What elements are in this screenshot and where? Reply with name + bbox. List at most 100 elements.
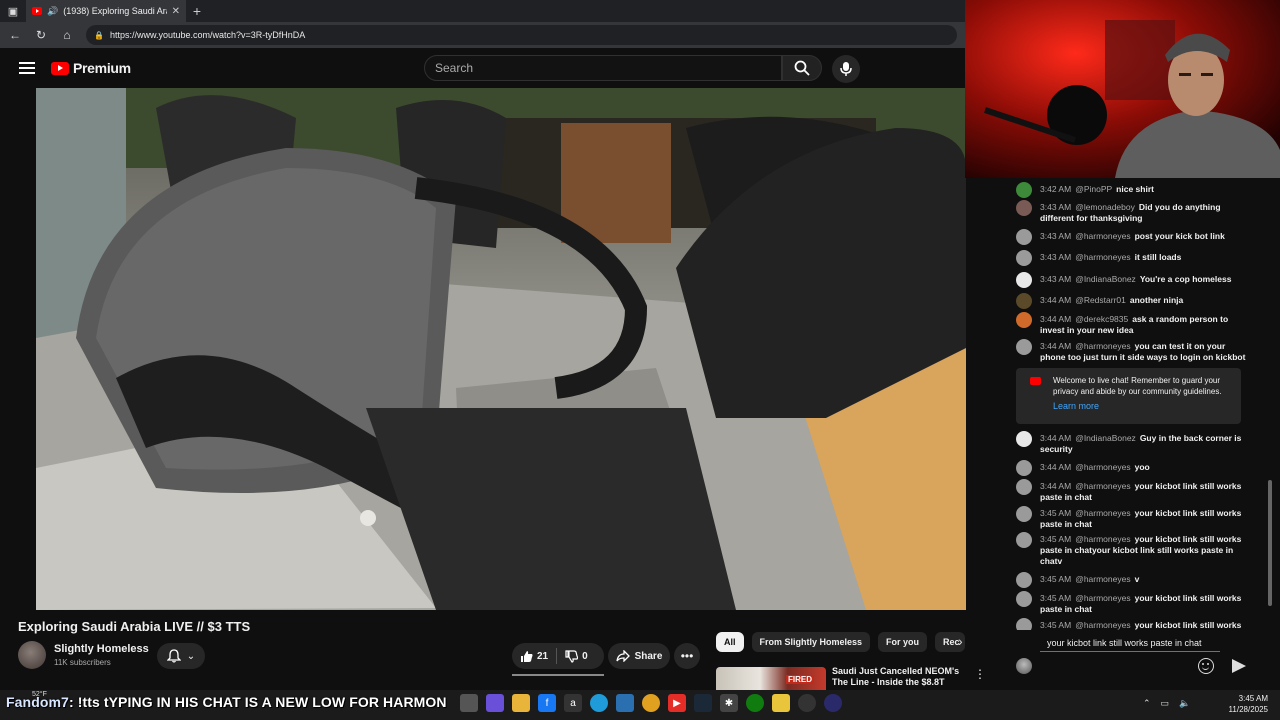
site-info-icon[interactable]: 🔒 [94, 31, 104, 40]
chat-author-name[interactable]: @harmoneyes [1075, 252, 1130, 262]
voice-search-button[interactable] [832, 55, 860, 83]
github-icon[interactable] [798, 694, 816, 712]
chat-author-name[interactable]: @PinoPP [1075, 184, 1112, 194]
search-button[interactable] [782, 55, 822, 81]
chat-message: 3:44 AM @IndianaBonez Guy in the back corn… [1016, 431, 1248, 455]
chat-author-name[interactable]: @harmoneyes [1075, 574, 1130, 584]
chat-author-avatar[interactable] [1016, 312, 1032, 328]
chat-author-avatar[interactable] [1016, 460, 1032, 476]
home-icon[interactable]: ⌂ [60, 28, 74, 42]
chip-for-you[interactable]: For you [878, 632, 928, 652]
chat-author-avatar[interactable] [1016, 431, 1032, 447]
share-button[interactable]: Share [608, 643, 670, 669]
chat-message: 3:43 AM @harmoneyes it still loads [1016, 250, 1248, 266]
volume-icon[interactable]: 🔈 [1179, 698, 1190, 709]
chat-author-avatar[interactable] [1016, 272, 1032, 288]
facebook-icon[interactable]: f [538, 694, 556, 712]
chat-author-name[interactable]: @derekc9835 [1075, 314, 1128, 324]
chat-timestamp: 3:44 AM [1040, 433, 1072, 443]
chat-message-text: 3:44 AM @harmoneyes yoo [1040, 462, 1248, 476]
chat-author-avatar[interactable] [1016, 182, 1032, 198]
recommended-video[interactable]: FIRED Saudi Just Cancelled NEOM's The Li… [716, 665, 986, 690]
chat-author-name[interactable]: @lemonadeboy [1075, 202, 1135, 212]
like-button[interactable]: 21 [512, 643, 556, 669]
learn-more-link[interactable]: Learn more [1053, 401, 1099, 411]
chat-author-avatar[interactable] [1016, 200, 1032, 216]
youtube-app-icon[interactable]: ▶ [668, 694, 686, 712]
more-actions-button[interactable]: ••• [674, 643, 700, 669]
chat-author-name[interactable]: @harmoneyes [1075, 620, 1130, 630]
chat-author-name[interactable]: @harmoneyes [1075, 231, 1130, 241]
channel-avatar[interactable] [18, 641, 46, 669]
back-arrow-icon[interactable]: ← [8, 28, 22, 42]
task-view-icon[interactable] [460, 694, 478, 712]
video-player[interactable] [36, 88, 966, 610]
chat-author-name[interactable]: @harmoneyes [1075, 593, 1130, 603]
recommended-title[interactable]: Saudi Just Cancelled NEOM's The Line - I… [832, 666, 962, 688]
hamburger-menu-icon[interactable] [19, 62, 35, 74]
channel-name[interactable]: Slightly Homeless [54, 643, 149, 655]
chat-author-name[interactable]: @IndianaBonez [1075, 274, 1136, 284]
amazon-icon[interactable]: a [564, 694, 582, 712]
chip-all[interactable]: All [716, 632, 744, 652]
chat-author-avatar[interactable] [1016, 506, 1032, 522]
recommended-thumbnail[interactable]: FIRED [716, 667, 826, 690]
chat-author-name[interactable]: @IndianaBonez [1075, 433, 1136, 443]
chat-scrollbar[interactable] [1268, 480, 1272, 606]
copilot-icon[interactable] [486, 694, 504, 712]
chip-from-channel[interactable]: From Slightly Homeless [751, 632, 871, 652]
url-bar[interactable]: 🔒 https://www.youtube.com/watch?v=3R-tyD… [86, 25, 957, 45]
chevron-up-icon[interactable]: ⌃ [1143, 698, 1151, 709]
chat-timestamp: 3:43 AM [1040, 202, 1072, 212]
chat-author-name[interactable]: @Redstarr01 [1075, 295, 1126, 305]
new-tab-button[interactable]: + [186, 3, 208, 19]
calculator-icon[interactable] [616, 694, 634, 712]
notification-bell-button[interactable]: ⌄ [157, 643, 205, 669]
chat-author-name[interactable]: @harmoneyes [1075, 341, 1130, 351]
chat-author-name[interactable]: @harmoneyes [1075, 481, 1130, 491]
search-input[interactable]: Search [424, 55, 782, 81]
chat-author-avatar[interactable] [1016, 479, 1032, 495]
notes-icon[interactable] [772, 694, 790, 712]
chat-author-avatar[interactable] [1016, 591, 1032, 607]
dislike-button[interactable]: 0 [557, 643, 596, 669]
channel-info[interactable]: Slightly Homeless 11K subscribers [18, 641, 149, 669]
edge-icon[interactable] [590, 694, 608, 712]
emoji-icon[interactable] [1198, 658, 1214, 674]
obs-icon[interactable] [824, 694, 842, 712]
chat-message: 3:44 AM @Redstarr01 another ninja [1016, 293, 1248, 309]
chat-author-avatar[interactable] [1016, 250, 1032, 266]
tab-audio-icon[interactable]: 🔊 [47, 6, 58, 17]
chevron-right-icon[interactable]: › [958, 633, 963, 649]
like-count: 21 [537, 650, 549, 662]
chat-author-name[interactable]: @harmoneyes [1075, 508, 1130, 518]
reload-icon[interactable]: ↻ [34, 28, 48, 42]
network-icon[interactable]: ▭ [1161, 698, 1170, 709]
chat-message-text: 3:45 AM @harmoneyes v [1040, 574, 1248, 588]
chat-author-name[interactable]: @harmoneyes [1075, 534, 1130, 544]
chat-author-avatar[interactable] [1016, 532, 1032, 548]
like-dislike-bar: 21 0 [512, 643, 604, 669]
xbox-icon[interactable] [746, 694, 764, 712]
settings-icon[interactable]: ✱ [720, 694, 738, 712]
chat-message: 3:44 AM @harmoneyes you can test it on you… [1016, 339, 1248, 363]
chat-author-avatar[interactable] [1016, 618, 1032, 630]
chat-author-avatar[interactable] [1016, 572, 1032, 588]
file-explorer-icon[interactable] [512, 694, 530, 712]
chat-author-avatar[interactable] [1016, 339, 1032, 355]
chat-input[interactable]: your kicbot link still works paste in ch… [1040, 634, 1220, 652]
url-text: https://www.youtube.com/watch?v=3R-tyDfH… [109, 30, 306, 40]
browser-tab[interactable]: 🔊 (1938) Exploring Saudi Arabi ✕ [26, 0, 186, 22]
more-vertical-icon[interactable]: ⋮ [974, 667, 986, 681]
chat-author-name[interactable]: @harmoneyes [1075, 462, 1130, 472]
window-menu-icon[interactable]: ▣ [0, 0, 26, 22]
chat-author-avatar[interactable] [1016, 293, 1032, 309]
chrome-icon[interactable] [642, 694, 660, 712]
chat-message-body: nice shirt [1116, 184, 1154, 194]
taskbar-clock[interactable]: 3:45 AM 11/28/2025 [1208, 693, 1268, 715]
youtube-premium-logo[interactable]: Premium [51, 60, 131, 76]
chat-author-avatar[interactable] [1016, 229, 1032, 245]
tab-close-icon[interactable]: ✕ [172, 6, 180, 17]
send-icon[interactable] [1232, 659, 1246, 673]
steam-icon[interactable] [694, 694, 712, 712]
